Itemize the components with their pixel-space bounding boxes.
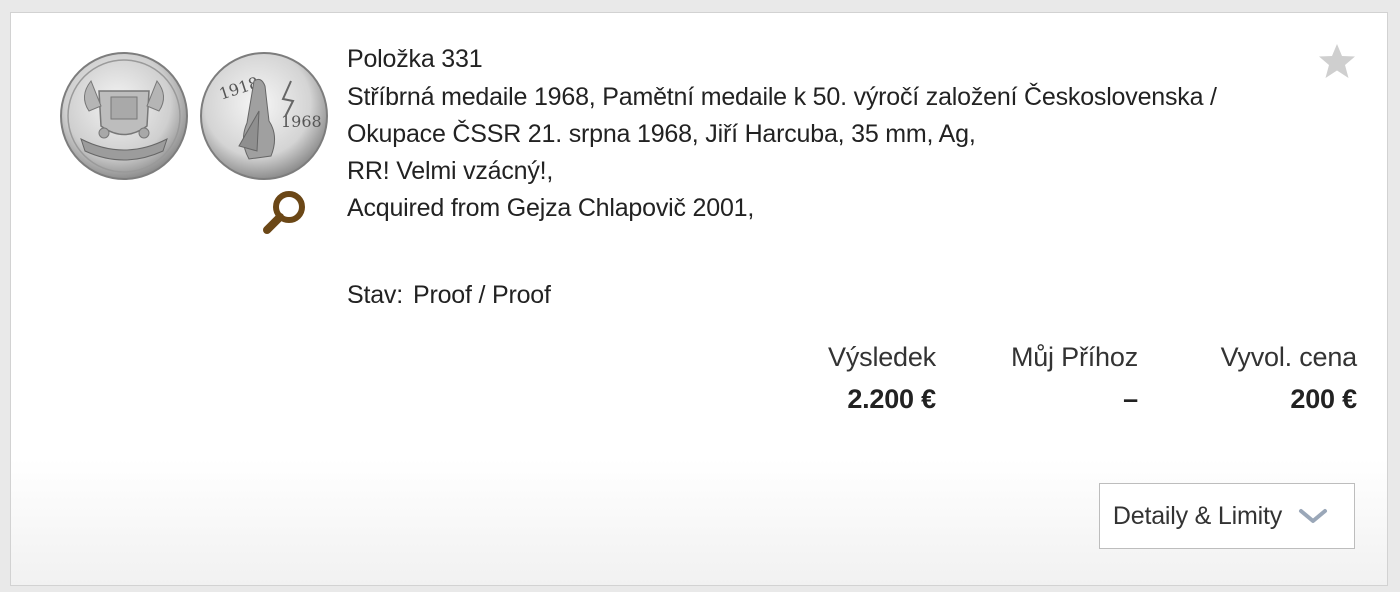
details-limits-label: Detaily & Limity [1112, 501, 1282, 530]
description-line: Stříbrná medaile 1968, Pamětní medaile k… [347, 83, 1217, 111]
favorite-button[interactable] [1317, 41, 1357, 81]
my-bid-column: Můj Příhoz – [996, 339, 1138, 417]
starting-price-value: 200 € [1290, 384, 1357, 414]
magnifier-icon [263, 191, 305, 234]
condition-value: Proof / Proof [412, 281, 551, 309]
result-column: Výsledek 2.200 € [801, 339, 936, 417]
details-limits-button[interactable]: Detaily & Limity [1099, 483, 1355, 549]
result-value: 2.200 € [847, 384, 936, 414]
star-icon [1319, 44, 1355, 78]
lot-number: Položka 331 [347, 45, 483, 73]
condition-label: Stav: [347, 281, 403, 309]
lot-info: Položka 331 Stříbrná medaile 1968, Pamět… [347, 41, 1297, 227]
lot-condition: Stav: Proof / Proof [347, 277, 551, 313]
starting-price-label: Vyvol. cena [1220, 342, 1358, 372]
chevron-down-icon [1298, 506, 1328, 526]
description-line: Acquired from Gejza Chlapovič 2001, [347, 194, 755, 222]
zoom-button[interactable] [259, 187, 309, 237]
result-label: Výsledek [828, 342, 936, 372]
lot-card: 1918 1968 Položka 331 Stříbrná medaile 1… [10, 12, 1388, 586]
my-bid-label: Můj Příhoz [1010, 342, 1138, 372]
description-line: Okupace ČSSR 21. srpna 1968, Jiří Harcub… [347, 120, 976, 148]
lot-description: Stříbrná medaile 1968, Pamětní medaile k… [347, 79, 1297, 227]
lot-thumbnail[interactable]: 1918 1968 [59, 51, 331, 241]
coin-obverse-image [59, 51, 189, 181]
starting-price-column: Vyvol. cena 200 € [1201, 339, 1358, 417]
coin-reverse-image: 1918 1968 [199, 51, 329, 181]
description-line: RR! Velmi vzácný!, [347, 157, 554, 185]
my-bid-value: – [1123, 384, 1138, 414]
